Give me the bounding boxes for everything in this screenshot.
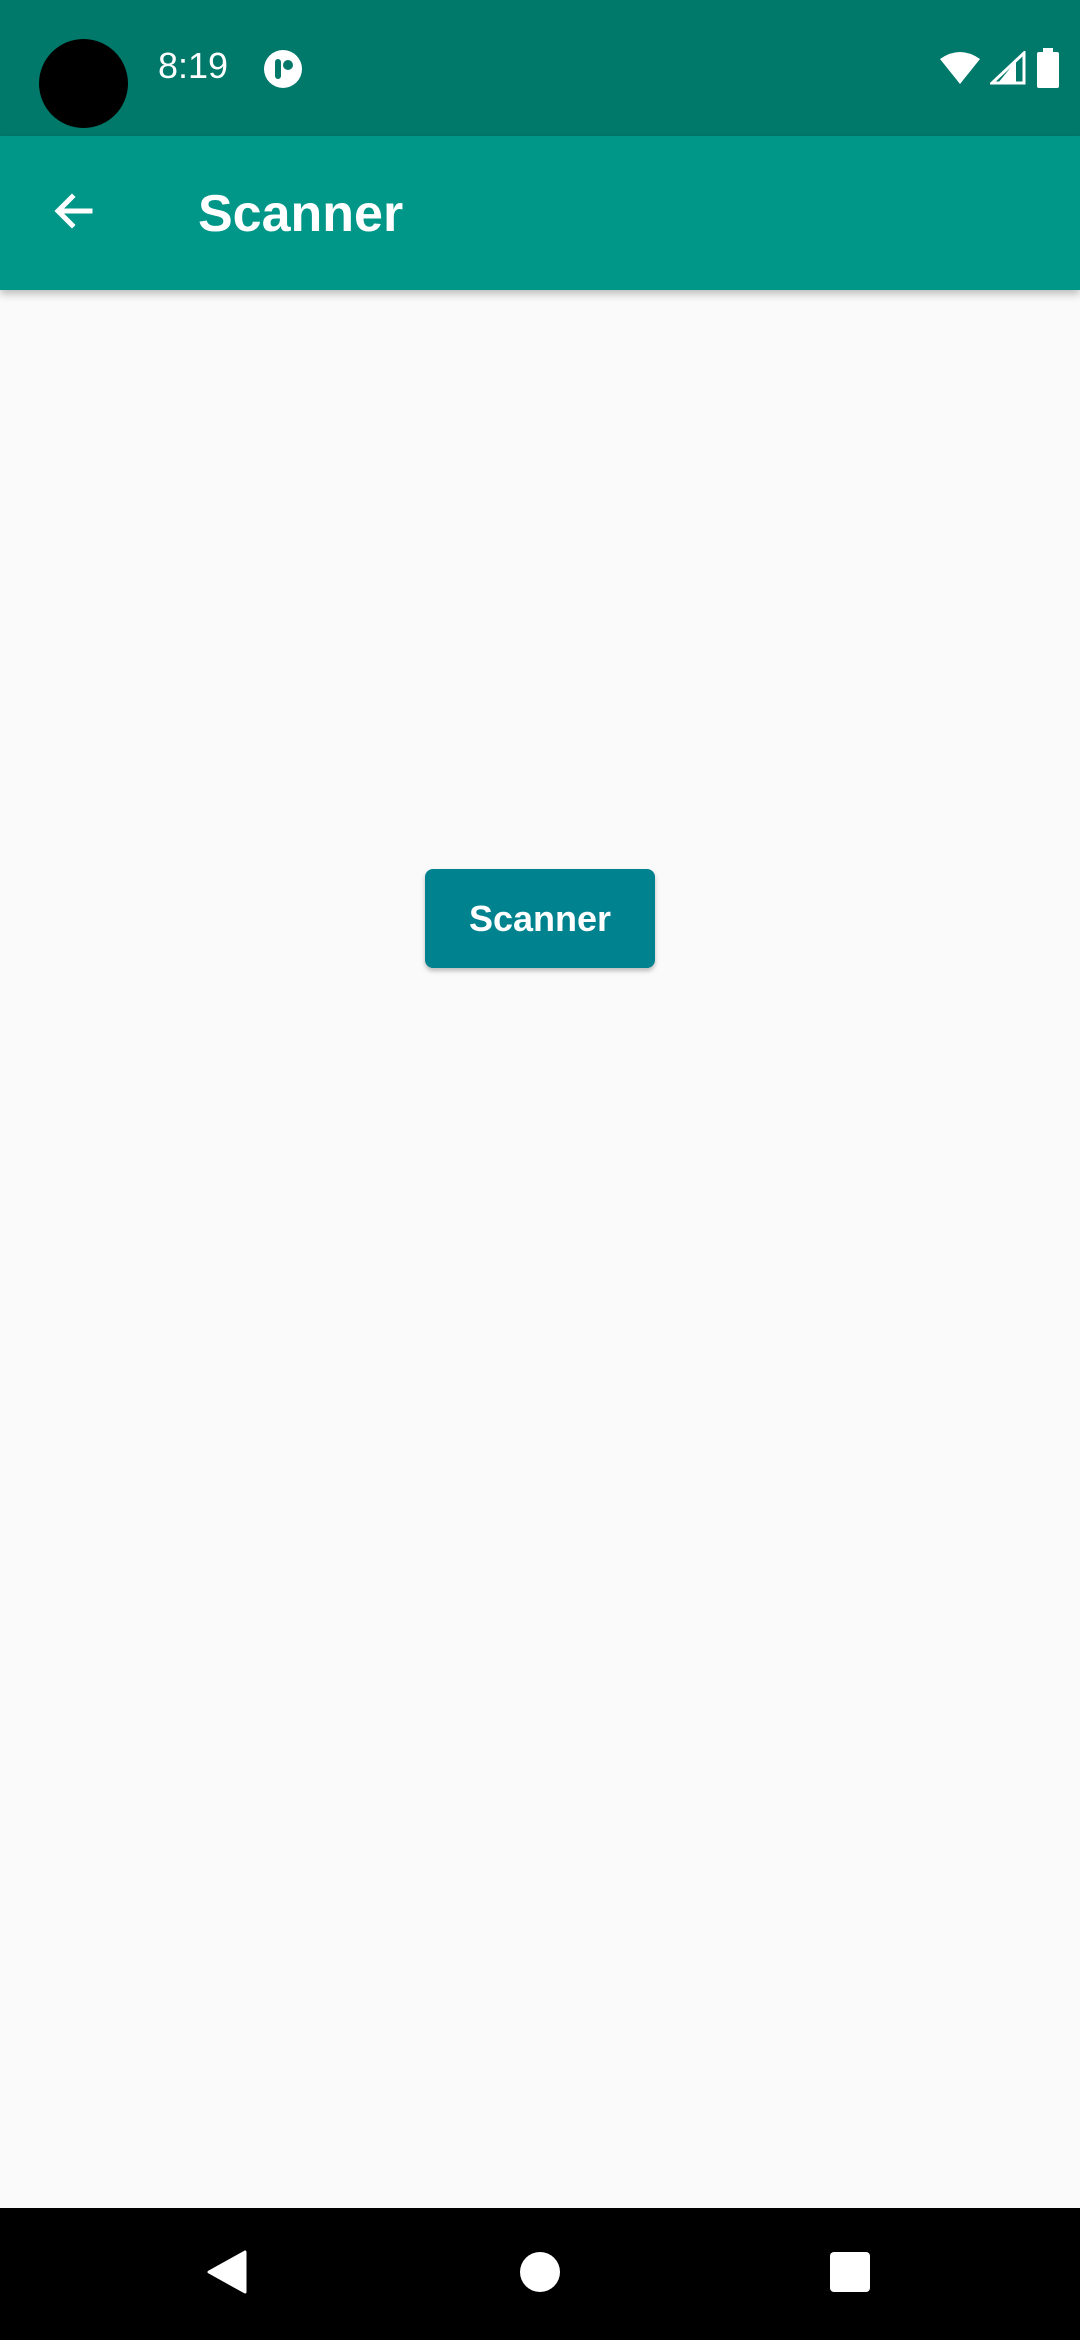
nav-recents-icon xyxy=(828,2250,872,2299)
battery-icon xyxy=(1036,48,1060,88)
screen: 8:19 Scanner Scanner xyxy=(0,0,1080,2340)
camera-cutout xyxy=(39,39,128,128)
arrow-back-icon xyxy=(50,187,98,240)
scanner-button[interactable]: Scanner xyxy=(425,869,655,968)
nav-back-icon xyxy=(205,2248,249,2301)
status-time: 8:19 xyxy=(158,45,229,86)
nav-back-button[interactable] xyxy=(187,2234,267,2314)
nav-home-icon xyxy=(518,2250,562,2299)
app-bar: Scanner xyxy=(0,136,1080,290)
navigation-bar xyxy=(0,2208,1080,2340)
cell-signal-icon xyxy=(990,51,1026,85)
status-bar: 8:19 xyxy=(0,0,1080,136)
wifi-icon xyxy=(940,51,980,85)
page-title: Scanner xyxy=(198,185,404,243)
main-content: Scanner xyxy=(0,290,1080,2208)
nav-recents-button[interactable] xyxy=(810,2234,890,2314)
notification-app-icon xyxy=(264,50,302,88)
back-button[interactable] xyxy=(30,169,118,257)
status-icons xyxy=(940,48,1060,88)
nav-home-button[interactable] xyxy=(500,2234,580,2314)
